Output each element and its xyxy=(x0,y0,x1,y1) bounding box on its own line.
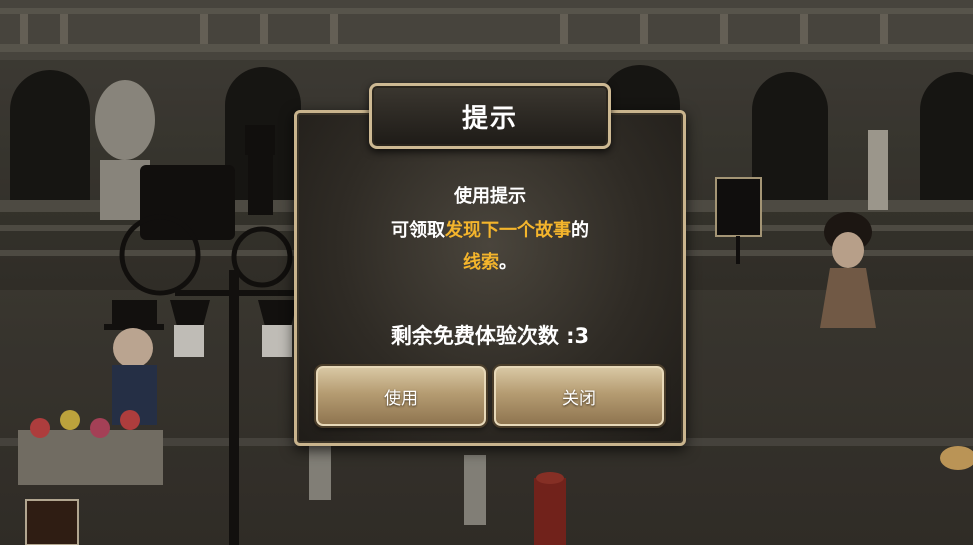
hint-text-post: 的 xyxy=(571,220,589,241)
hint-description-line: 可领取发现下一个故事的 xyxy=(294,216,686,242)
hint-description-line-2: 线索。 xyxy=(294,248,686,274)
use-button-label: 使用 xyxy=(384,388,418,409)
use-button[interactable]: 使用 xyxy=(316,366,486,426)
dialog-title-plate: 提示 xyxy=(369,83,611,149)
hint-highlight-clue: 线索 xyxy=(463,252,499,273)
hint-period: 。 xyxy=(499,252,517,273)
close-button-label: 关闭 xyxy=(562,388,596,409)
hint-highlight-story: 发现下一个故事 xyxy=(445,220,571,241)
hint-text-pre: 可领取 xyxy=(391,220,445,241)
dialog-title: 提示 xyxy=(461,103,518,134)
hint-heading: 使用提示 xyxy=(454,186,526,207)
close-button[interactable]: 关闭 xyxy=(494,366,664,426)
remaining-free-trials: 剩余免费体验次数 :3 xyxy=(390,324,590,348)
